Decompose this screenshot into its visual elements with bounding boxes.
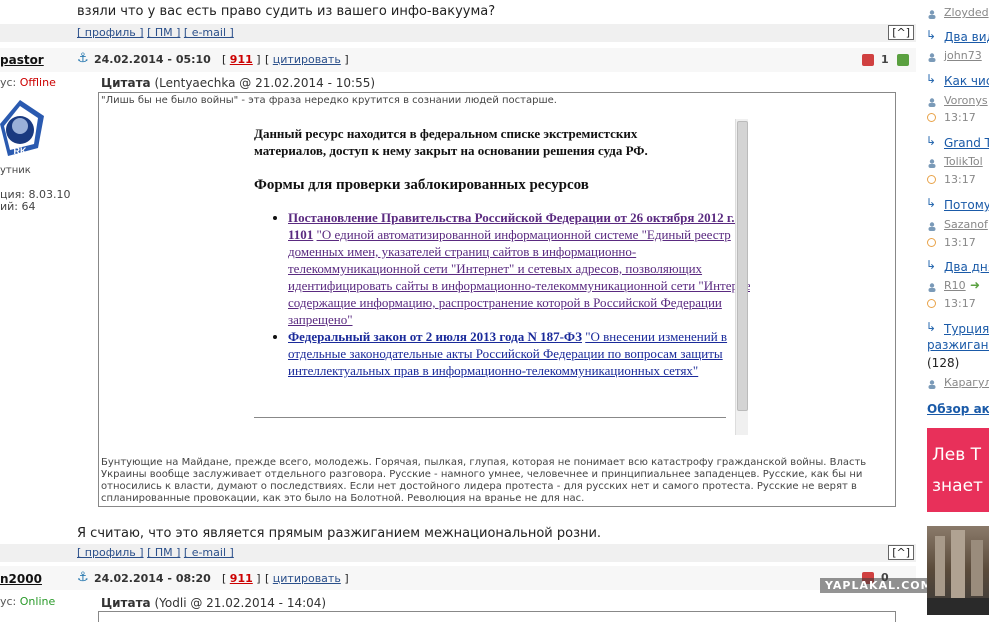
post-number[interactable]: 911 bbox=[230, 572, 253, 585]
avatar[interactable]: RK bbox=[0, 96, 46, 164]
sidebar-user[interactable]: Карагул bbox=[944, 376, 989, 389]
user-icon bbox=[928, 379, 936, 389]
collapse-button[interactable]: [^] bbox=[888, 545, 914, 560]
sidebar-item-title[interactable]: Потому ч bbox=[944, 198, 989, 212]
vote-down-icon[interactable] bbox=[862, 54, 874, 66]
divider bbox=[254, 417, 726, 418]
quote-link-wrap: [ цитировать ] bbox=[265, 572, 349, 585]
embedded-blocked-page: Данный ресурс находится в федеральном сп… bbox=[252, 117, 750, 433]
law1-desc[interactable]: "О единой автоматизированной информацион… bbox=[288, 227, 750, 327]
sidebar-count: (128) bbox=[927, 356, 960, 370]
user-icon bbox=[928, 52, 936, 62]
user-icon bbox=[928, 221, 936, 231]
law2-link[interactable]: Федеральный закон от 2 июля 2013 года N … bbox=[288, 329, 582, 344]
inner-quote-text: "Лишь бы не было войны" - эта фраза нере… bbox=[101, 95, 557, 106]
quote-box bbox=[98, 611, 896, 622]
post-number-wrap: [ 911 ] bbox=[222, 572, 261, 585]
pm-link[interactable]: [ ПМ ] bbox=[147, 26, 180, 39]
pm-link[interactable]: [ ПМ ] bbox=[147, 546, 180, 559]
vote-up-icon[interactable] bbox=[897, 54, 909, 66]
list-item: Федеральный закон от 2 июля 2013 года N … bbox=[288, 328, 750, 379]
post-actions-bar: [ профиль ] [ ПМ ] [ e-mail ] [^] bbox=[0, 24, 916, 42]
post-text: Я считаю, что это является прямым разжиг… bbox=[77, 526, 602, 541]
review-link[interactable]: Обзор акт bbox=[927, 402, 989, 416]
post-actions: [ профиль ] [ ПМ ] [ e-mail ] bbox=[77, 26, 234, 39]
quote-link-wrap: [ цитировать ] bbox=[265, 53, 349, 66]
arrow-icon: ↳ bbox=[926, 320, 937, 334]
user-status: ус: Online bbox=[0, 595, 56, 608]
promo-text: Лев Т знает bbox=[932, 445, 983, 496]
quote-title: Цитата (Lentyaechka @ 21.02.2014 - 10:55… bbox=[101, 76, 376, 90]
sidebar: Zloyded ↳ Два вид john73 ↳ Как чис Voron… bbox=[918, 0, 989, 615]
post-date: 24.02.2014 - 05:10 bbox=[94, 53, 211, 66]
sidebar-user[interactable]: john73 bbox=[944, 49, 982, 62]
scrollbar-thumb[interactable] bbox=[737, 121, 748, 411]
sidebar-user[interactable]: Sazanof bbox=[944, 218, 988, 231]
clock-icon bbox=[927, 299, 936, 308]
user-rank: утник bbox=[0, 165, 31, 176]
arrow-icon: ↳ bbox=[926, 72, 937, 86]
arrow-right-icon: ➜ bbox=[970, 278, 981, 292]
promo-banner[interactable]: Лев Т знает bbox=[927, 428, 989, 512]
clock-icon bbox=[927, 238, 936, 247]
profile-link[interactable]: [ профиль ] bbox=[77, 26, 144, 39]
quote-text: Бунтующие на Майдане, прежде всего, моло… bbox=[101, 457, 867, 504]
sidebar-user[interactable]: Voronys bbox=[944, 94, 988, 107]
post-number-wrap: [ 911 ] bbox=[222, 53, 261, 66]
list-item: Постановление Правительства Российской Ф… bbox=[288, 209, 750, 328]
sidebar-user[interactable]: Zloyded bbox=[944, 6, 989, 19]
post-text: взяли что у вас есть право судить из ваш… bbox=[77, 4, 496, 19]
user-icon bbox=[928, 97, 936, 107]
sidebar-item-title[interactable]: Турция bbox=[944, 322, 989, 336]
scrollbar[interactable] bbox=[735, 119, 748, 435]
sidebar-time: 13:17 bbox=[944, 297, 976, 310]
arrow-icon: ↳ bbox=[926, 134, 937, 148]
user-status: ус: Offline bbox=[0, 76, 56, 89]
sidebar-time: 13:17 bbox=[944, 236, 976, 249]
sidebar-time: 13:17 bbox=[944, 111, 976, 124]
email-link[interactable]: [ e-mail ] bbox=[184, 26, 234, 39]
clock-icon bbox=[927, 175, 936, 184]
email-link[interactable]: [ e-mail ] bbox=[184, 546, 234, 559]
profile-link[interactable]: [ профиль ] bbox=[77, 546, 144, 559]
forms-title: Формы для проверки заблокированных ресур… bbox=[254, 177, 589, 193]
user-icon bbox=[928, 282, 936, 292]
username[interactable]: n2000 bbox=[0, 572, 42, 586]
clock-icon bbox=[927, 113, 936, 122]
user-icon bbox=[928, 9, 936, 19]
svg-text:RK: RK bbox=[14, 146, 27, 156]
post-header: pastor ⚓ 24.02.2014 - 05:10 [ 911 ] [ ци… bbox=[0, 48, 916, 72]
collapse-button[interactable]: [^] bbox=[888, 25, 914, 40]
sidebar-user[interactable]: TolikTol bbox=[944, 155, 983, 168]
arrow-icon: ↳ bbox=[926, 258, 937, 272]
quote-link[interactable]: цитировать bbox=[273, 572, 341, 585]
sidebar-item-title[interactable]: Grand T bbox=[944, 136, 989, 150]
blocked-notice: Данный ресурс находится в федеральном сп… bbox=[254, 126, 648, 158]
quote-link[interactable]: цитировать bbox=[273, 53, 341, 66]
post-number[interactable]: 911 bbox=[230, 53, 253, 66]
user-icon bbox=[928, 158, 936, 168]
law-list: Постановление Правительства Российской Ф… bbox=[254, 209, 750, 379]
post-actions: [ профиль ] [ ПМ ] [ e-mail ] bbox=[77, 546, 234, 559]
sidebar-item-title-2[interactable]: разжигание bbox=[927, 338, 989, 352]
sidebar-item-title[interactable]: Два дня bbox=[944, 260, 989, 274]
arrow-icon: ↳ bbox=[926, 28, 937, 42]
username[interactable]: pastor bbox=[0, 53, 44, 67]
user-post-count: ий: 64 bbox=[0, 200, 36, 213]
sidebar-item-title[interactable]: Как чис bbox=[944, 74, 989, 88]
sidebar-item-title[interactable]: Два вид bbox=[944, 30, 989, 44]
sidebar-time: 13:17 bbox=[944, 173, 976, 186]
sidebar-user[interactable]: R10 bbox=[944, 279, 966, 292]
arrow-icon: ↳ bbox=[926, 196, 937, 210]
rating: 1 bbox=[881, 53, 889, 66]
anchor-icon[interactable]: ⚓ bbox=[77, 51, 89, 66]
promo-image[interactable] bbox=[927, 526, 989, 615]
quote-title: Цитата (Yodli @ 21.02.2014 - 14:04) bbox=[101, 596, 327, 610]
post-actions-bar: [ профиль ] [ ПМ ] [ e-mail ] [^] bbox=[0, 544, 916, 562]
post-date: 24.02.2014 - 08:20 bbox=[94, 572, 211, 585]
post-header: n2000 ⚓ 24.02.2014 - 08:20 [ 911 ] [ цит… bbox=[0, 566, 916, 590]
anchor-icon[interactable]: ⚓ bbox=[77, 570, 89, 585]
quote-box: "Лишь бы не было войны" - эта фраза нере… bbox=[98, 92, 896, 507]
